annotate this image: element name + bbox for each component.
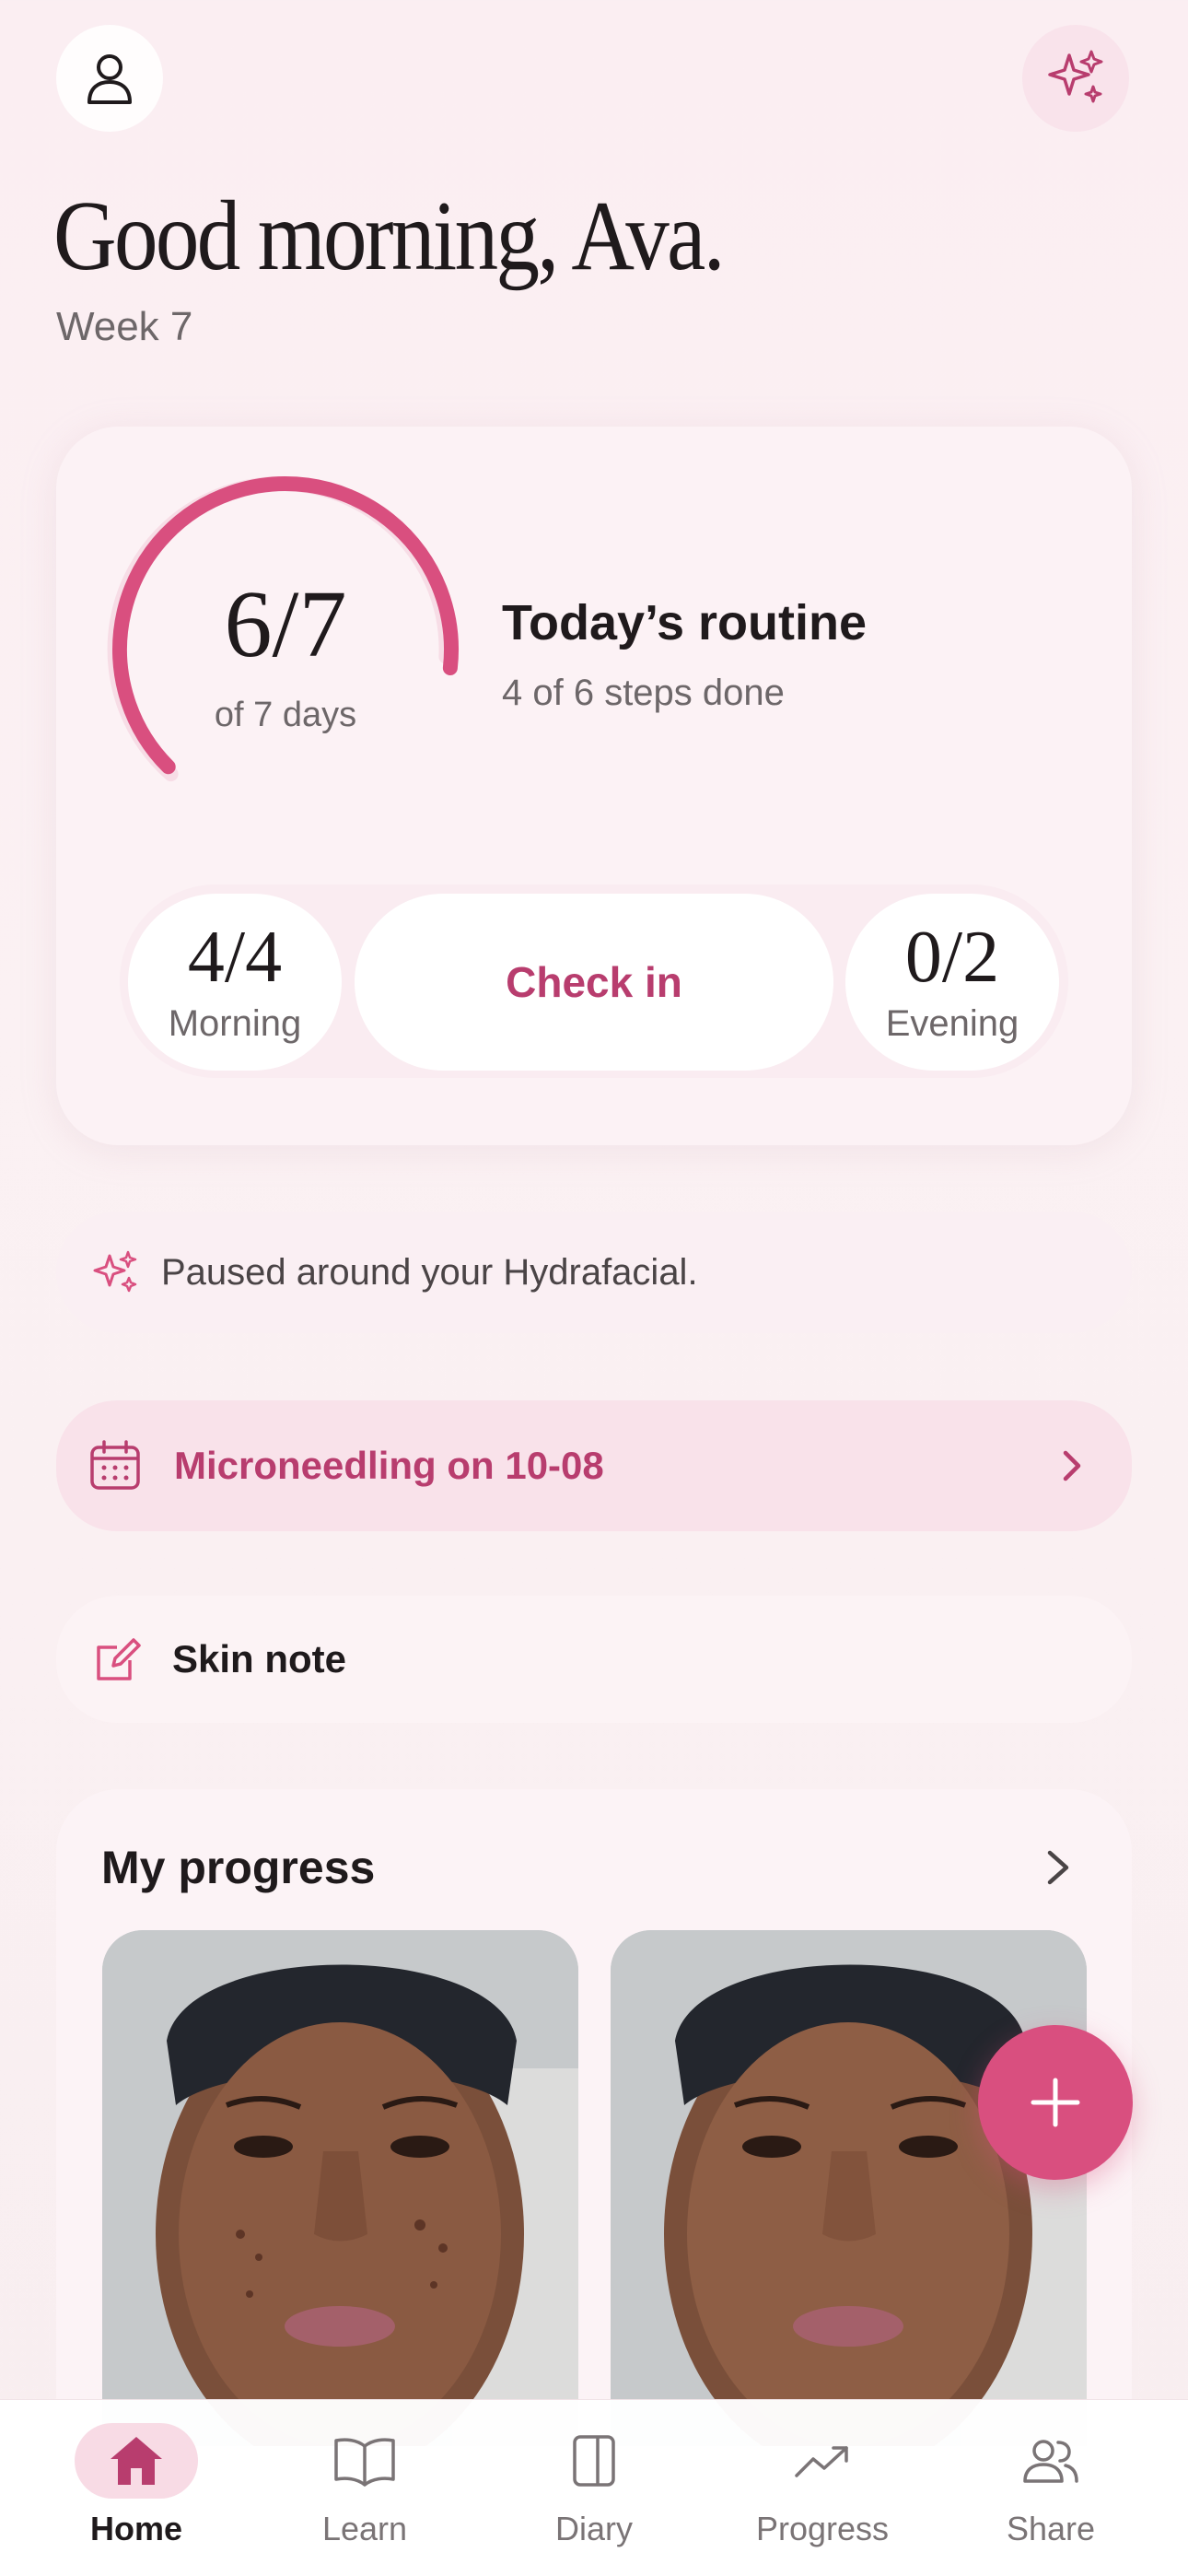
tab-learn-label: Learn bbox=[321, 2510, 408, 2547]
tab-diary-icon-wrap bbox=[532, 2423, 656, 2499]
progress-photo-after[interactable] bbox=[611, 1930, 1087, 2446]
tab-progress-icon-wrap bbox=[761, 2423, 884, 2499]
week-label: Week 7 bbox=[56, 304, 193, 349]
profile-button[interactable] bbox=[56, 25, 163, 132]
chevron-right-icon bbox=[1063, 1450, 1081, 1481]
tab-diary-label: Diary bbox=[554, 2510, 633, 2547]
calendar-icon bbox=[90, 1440, 140, 1490]
tab-progress-label: Progress bbox=[755, 2510, 890, 2547]
tab-home-label: Home bbox=[89, 2510, 183, 2547]
sparkles-icon bbox=[93, 1250, 137, 1293]
tab-diary[interactable]: Diary bbox=[488, 2423, 700, 2561]
person-icon bbox=[87, 54, 132, 104]
tab-home-icon-wrap bbox=[75, 2423, 198, 2499]
evening-routine-button[interactable]: 0/2 Evening bbox=[845, 894, 1059, 1071]
progress-title: My progress bbox=[101, 1842, 376, 1893]
chevron-right-icon[interactable] bbox=[1041, 1845, 1074, 1890]
streak-value: 6/7 bbox=[224, 571, 347, 677]
face-photo bbox=[102, 1930, 578, 2446]
sparkle-button[interactable] bbox=[1022, 25, 1129, 132]
routine-steps-status: 4 of 6 steps done bbox=[502, 673, 785, 713]
pause-notice-text: Paused around your Hydrafacial. bbox=[161, 1251, 698, 1293]
evening-count: 0/2 bbox=[904, 916, 1000, 998]
home-icon bbox=[111, 2437, 162, 2485]
evening-label: Evening bbox=[885, 1002, 1019, 1044]
check-in-button[interactable]: Check in bbox=[355, 894, 833, 1071]
book-icon bbox=[334, 2438, 395, 2487]
streak-label: of 7 days bbox=[214, 696, 357, 734]
morning-routine-button[interactable]: 4/4 Morning bbox=[128, 894, 342, 1071]
skin-note-button[interactable]: Skin note bbox=[56, 1596, 1132, 1723]
tab-share-icon-wrap bbox=[989, 2423, 1112, 2499]
plus-icon bbox=[1031, 2078, 1080, 2127]
people-icon bbox=[1023, 2440, 1078, 2483]
skin-note-label: Skin note bbox=[172, 1637, 347, 1680]
tab-learn[interactable]: Learn bbox=[259, 2423, 471, 2561]
add-button[interactable] bbox=[978, 2025, 1133, 2180]
face-photo bbox=[611, 1930, 1087, 2446]
appointment-card[interactable]: Microneedling on 10-08 bbox=[56, 1400, 1132, 1531]
tab-learn-icon-wrap bbox=[303, 2423, 426, 2499]
trend-up-icon bbox=[795, 2446, 848, 2477]
tab-share[interactable]: Share bbox=[945, 2423, 1157, 2561]
pause-notice: Paused around your Hydrafacial. bbox=[56, 1212, 1132, 1333]
tab-share-label: Share bbox=[1006, 2510, 1096, 2547]
appointment-text: Microneedling on 10-08 bbox=[174, 1444, 604, 1487]
morning-label: Morning bbox=[168, 1002, 302, 1044]
notebook-icon bbox=[573, 2435, 615, 2487]
progress-photo-before[interactable] bbox=[102, 1930, 578, 2446]
greeting-title: Good morning, Ava. bbox=[53, 181, 725, 291]
tab-progress[interactable]: Progress bbox=[716, 2423, 928, 2561]
tab-home[interactable]: Home bbox=[30, 2423, 242, 2561]
routine-title: Today’s routine bbox=[502, 595, 868, 650]
morning-count: 4/4 bbox=[187, 916, 283, 998]
edit-note-icon bbox=[97, 1638, 141, 1680]
sparkles-icon bbox=[1048, 50, 1103, 103]
